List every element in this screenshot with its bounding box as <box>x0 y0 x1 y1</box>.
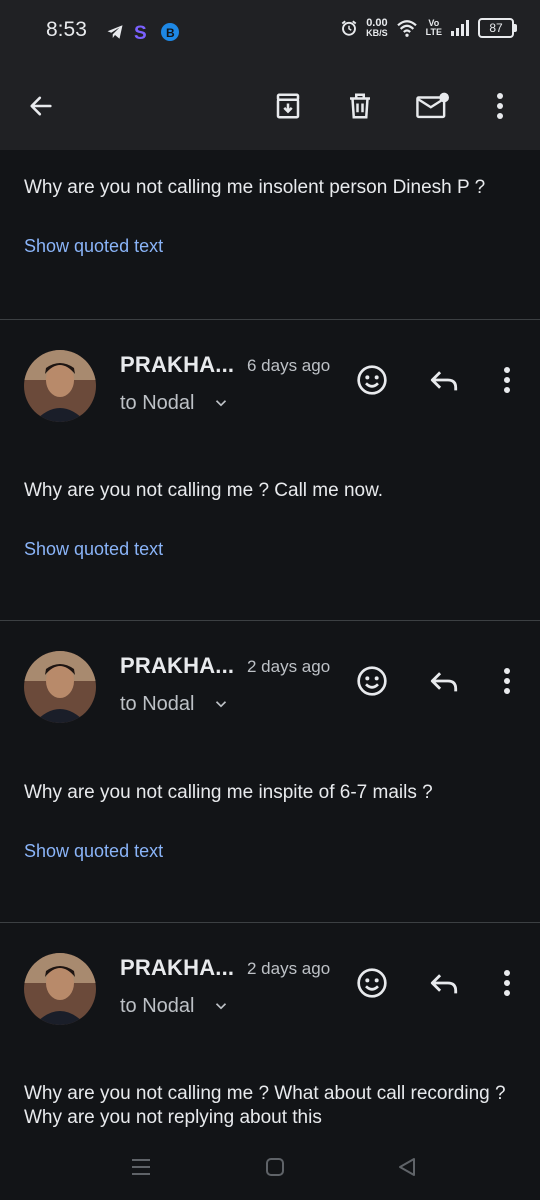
message-body: Why are you not calling me inspite of 6-… <box>24 782 433 803</box>
message-body: Why are you not calling me ? What about … <box>24 1083 506 1128</box>
b-app-icon: B <box>161 23 179 41</box>
net-speed-value: 0.00 <box>366 17 388 29</box>
signal-icon <box>451 20 469 36</box>
react-button[interactable] <box>352 963 392 1003</box>
mark-unread-button[interactable] <box>408 82 456 130</box>
more-vert-icon <box>504 668 510 694</box>
battery-indicator: 87 <box>478 18 517 38</box>
volte-indicator: Vo LTE <box>426 19 442 37</box>
archive-button[interactable] <box>264 82 312 130</box>
archive-icon <box>276 93 300 119</box>
more-vert-icon <box>504 970 510 996</box>
message-divider <box>0 319 540 320</box>
reply-button[interactable] <box>424 661 464 701</box>
message-body: Why are you not calling me ? Call me now… <box>24 480 384 501</box>
message-time: 2 days ago <box>247 959 331 978</box>
show-quoted-text-link[interactable]: Show quoted text <box>24 539 163 560</box>
message-header: PRAKHA... 6 days ago to Nodal <box>0 350 540 440</box>
menu-icon <box>132 1159 150 1175</box>
system-nav-bar <box>0 1130 540 1200</box>
more-vert-icon <box>497 93 503 119</box>
react-button[interactable] <box>352 360 392 400</box>
sender-name: PRAKHA... <box>120 955 235 980</box>
sender-name: PRAKHA... <box>120 653 235 678</box>
avatar-image <box>24 651 96 723</box>
recents-button[interactable] <box>126 1152 156 1182</box>
recipient-label[interactable]: to Nodal <box>120 693 195 716</box>
message-toolbar <box>0 62 540 150</box>
svg-text:B: B <box>166 26 175 40</box>
status-bar: 8:53 S B 0.00 KB/S Vo LTE 87 <box>0 0 540 62</box>
message-divider <box>0 620 540 621</box>
delete-button[interactable] <box>336 82 384 130</box>
conversation-view: Why are you not calling me insolent pers… <box>0 150 540 1130</box>
avatar-image <box>24 953 96 1025</box>
more-options-button[interactable] <box>476 82 524 130</box>
message-time: 2 days ago <box>247 657 331 676</box>
status-right-icons: 0.00 KB/S Vo LTE 87 <box>340 17 517 39</box>
chevron-down-icon[interactable] <box>212 394 230 412</box>
wifi-icon <box>396 20 417 37</box>
reply-icon <box>430 974 458 994</box>
message-body: Why are you not calling me insolent pers… <box>24 177 486 198</box>
back-nav-button[interactable] <box>392 1152 422 1182</box>
avatar[interactable] <box>24 350 96 422</box>
avatar[interactable] <box>24 953 96 1025</box>
back-button[interactable] <box>17 82 65 130</box>
reply-icon <box>430 371 458 391</box>
chevron-down-icon[interactable] <box>212 997 230 1015</box>
emoji-icon <box>357 666 387 696</box>
show-quoted-text-link[interactable]: Show quoted text <box>24 841 163 862</box>
reply-icon <box>430 672 458 692</box>
recipient-label[interactable]: to Nodal <box>120 995 195 1018</box>
back-triangle-icon <box>399 1158 415 1176</box>
reply-button[interactable] <box>424 360 464 400</box>
mark-unread-icon <box>416 92 449 119</box>
telegram-icon <box>107 25 123 39</box>
arrow-back-icon <box>30 96 52 116</box>
delete-icon <box>350 93 370 119</box>
emoji-icon <box>357 365 387 395</box>
message-divider <box>0 922 540 923</box>
s-app-icon: S <box>134 23 147 42</box>
message-more-button[interactable] <box>487 360 527 400</box>
svg-text:S: S <box>134 23 147 42</box>
more-vert-icon <box>504 367 510 393</box>
notification-icons: S B <box>106 22 180 42</box>
message-header: PRAKHA... 2 days ago to Nodal <box>0 953 540 1043</box>
message-more-button[interactable] <box>487 963 527 1003</box>
alarm-icon <box>341 20 357 36</box>
message-header: PRAKHA... 2 days ago to Nodal <box>0 651 540 741</box>
chevron-down-icon[interactable] <box>212 695 230 713</box>
sender-name: PRAKHA... <box>120 352 235 377</box>
status-time: 8:53 <box>46 18 87 41</box>
reply-button[interactable] <box>424 963 464 1003</box>
home-square-icon <box>266 1158 284 1176</box>
message-more-button[interactable] <box>487 661 527 701</box>
emoji-icon <box>357 968 387 998</box>
net-speed-unit: KB/S <box>366 28 388 38</box>
home-button[interactable] <box>260 1152 290 1182</box>
message-time: 6 days ago <box>247 356 331 375</box>
avatar[interactable] <box>24 651 96 723</box>
network-speed: 0.00 KB/S <box>366 17 388 39</box>
recipient-label[interactable]: to Nodal <box>120 392 195 415</box>
show-quoted-text-link[interactable]: Show quoted text <box>24 236 163 257</box>
react-button[interactable] <box>352 661 392 701</box>
volte-bottom: LTE <box>425 27 442 37</box>
avatar-image <box>24 350 96 422</box>
